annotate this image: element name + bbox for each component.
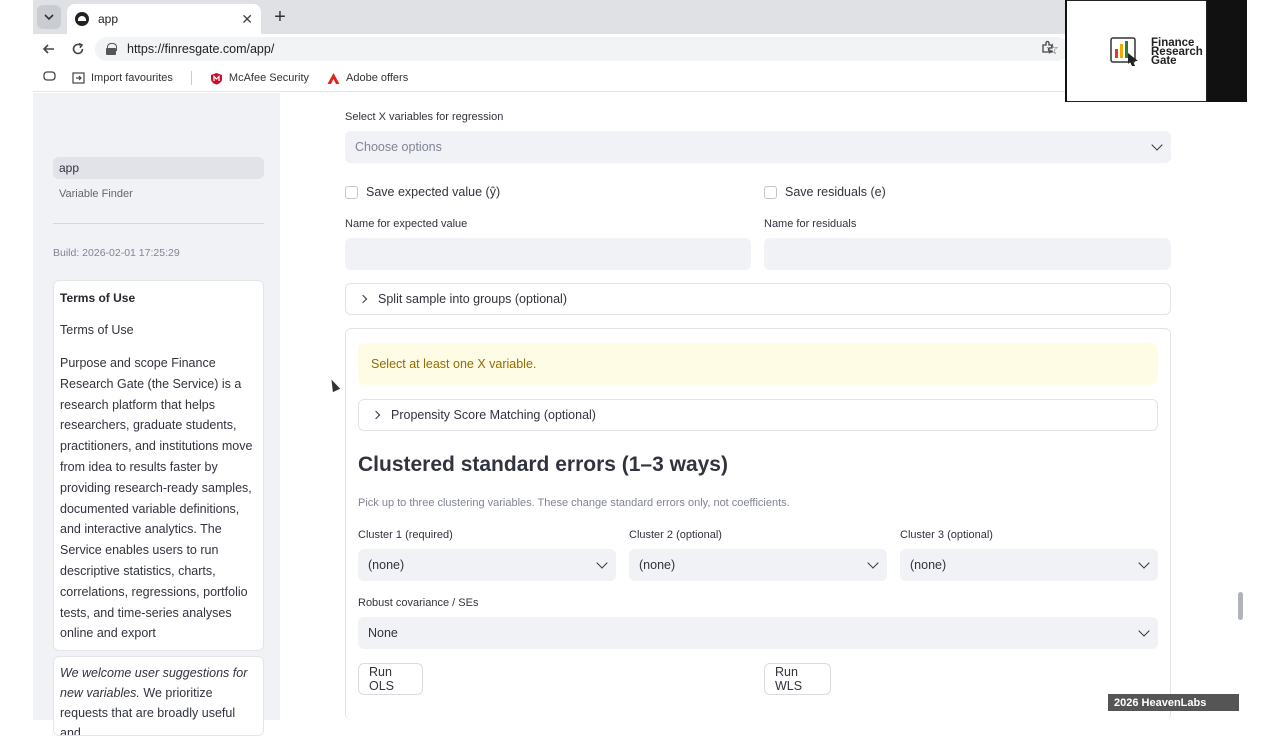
logo-dark-panel: [1207, 0, 1247, 102]
cluster3-value: (none): [910, 558, 947, 572]
page-scrollbar-thumb[interactable]: [1238, 592, 1243, 620]
finance-research-gate-logo: Finance Research Gate: [1065, 0, 1207, 102]
terms-subtitle: Terms of Use: [60, 323, 134, 337]
chevron-down-icon: [596, 557, 608, 569]
chevron-down-icon: [1138, 557, 1150, 569]
suggestions-card: We welcome user suggestions for new vari…: [53, 656, 264, 736]
sidebar-item-variable-finder[interactable]: Variable Finder: [59, 188, 133, 200]
watermark: 2026 HeavenLabs: [1108, 694, 1239, 711]
bookmark-separator: [190, 70, 192, 85]
psm-label: Propensity Score Matching (optional): [391, 408, 596, 422]
x-vars-label: Select X variables for regression: [345, 111, 504, 123]
regression-panel: [345, 328, 1171, 720]
cluster2-value: (none): [639, 558, 676, 572]
new-tab-plus-icon[interactable]: +: [269, 6, 291, 28]
x-vars-placeholder: Choose options: [355, 140, 442, 154]
reading-list-icon[interactable]: [43, 70, 56, 85]
bookmark-mcafee[interactable]: McAfee Security: [210, 72, 309, 84]
robust-select[interactable]: None: [358, 617, 1158, 649]
split-sample-label: Split sample into groups (optional): [378, 292, 567, 306]
chevron-right-icon: [358, 294, 368, 304]
extensions-puzzle-icon[interactable]: [1041, 40, 1055, 57]
lock-icon: [105, 43, 117, 55]
chevron-down-icon: [867, 557, 879, 569]
x-vars-multiselect[interactable]: Choose options: [345, 131, 1171, 163]
terms-card: Terms of Use Terms of Use Purpose and sc…: [53, 280, 264, 651]
cluster3-label: Cluster 3 (optional): [900, 529, 993, 541]
bar-chart-cursor-icon: [1110, 35, 1140, 67]
cluster-heading: Clustered standard errors (1–3 ways): [358, 453, 728, 476]
run-ols-button[interactable]: Run OLS: [358, 663, 423, 695]
tab-close-icon[interactable]: ✕: [241, 11, 253, 28]
import-icon: [72, 71, 85, 84]
tab-app[interactable]: app ✕: [67, 4, 261, 34]
address-bar[interactable]: https://finresgate.com/app/ ☆: [95, 37, 1069, 61]
adobe-icon: [327, 72, 340, 84]
save-residuals-label: Save residuals (e): [785, 185, 886, 199]
tab-title: app: [98, 12, 119, 26]
checkbox-box[interactable]: [764, 185, 777, 199]
checkbox-box[interactable]: [345, 185, 358, 199]
logo-line3: Gate: [1151, 55, 1177, 67]
browser-window: app ✕ + https://finresgate.com/app/ ☆ Im…: [33, 0, 1247, 736]
cluster-caption: Pick up to three clustering variables. T…: [358, 497, 790, 509]
cluster1-value: (none): [368, 558, 405, 572]
cluster2-select[interactable]: (none): [629, 549, 887, 581]
cluster1-select[interactable]: (none): [358, 549, 616, 581]
name-residuals-input[interactable]: [764, 238, 1171, 270]
back-arrow-icon[interactable]: [39, 39, 59, 59]
run-wls-button[interactable]: Run WLS: [764, 663, 831, 695]
robust-value: None: [368, 626, 398, 640]
sidebar-item-app[interactable]: app: [53, 157, 264, 179]
chevron-right-icon: [371, 410, 381, 420]
split-sample-expander[interactable]: Split sample into groups (optional): [345, 283, 1171, 315]
bookmark-import-favourites[interactable]: Import favourites: [72, 72, 173, 84]
chevron-down-icon: [1151, 139, 1163, 151]
terms-title: Terms of Use: [60, 291, 136, 305]
bookmark-label: McAfee Security: [228, 71, 310, 84]
name-residuals-label: Name for residuals: [764, 218, 857, 230]
tab-list-chevron-icon[interactable]: [37, 5, 61, 29]
bookmark-label: Adobe offers: [346, 71, 409, 84]
screen-left-margin: [0, 0, 33, 720]
warning-alert: Select at least one X variable.: [358, 343, 1158, 385]
app-favicon-icon: [75, 12, 89, 26]
logo-text: Finance Research Gate: [1151, 37, 1203, 67]
save-expected-checkbox[interactable]: Save expected value (ŷ): [345, 185, 500, 199]
save-residuals-checkbox[interactable]: Save residuals (e): [764, 185, 886, 199]
build-info: Build: 2026-02-01 17:25:29: [53, 247, 180, 259]
chevron-down-icon: [1138, 625, 1150, 637]
cluster2-label: Cluster 2 (optional): [629, 529, 722, 541]
main-content: Select X variables for regression Choose…: [280, 93, 1247, 720]
name-expected-input[interactable]: [345, 238, 751, 270]
name-expected-label: Name for expected value: [345, 218, 468, 230]
cluster3-select[interactable]: (none): [900, 549, 1158, 581]
sidebar-divider: [53, 223, 264, 224]
sidebar: app Variable Finder Build: 2026-02-01 17…: [33, 93, 280, 736]
screen-right-margin: [1247, 0, 1280, 720]
url-text[interactable]: https://finresgate.com/app/: [127, 42, 1046, 56]
robust-label: Robust covariance / SEs: [358, 597, 479, 609]
save-expected-label: Save expected value (ŷ): [366, 185, 501, 199]
terms-body: Purpose and scope Finance Research Gate …: [60, 356, 253, 641]
reload-icon[interactable]: [68, 39, 88, 59]
bookmark-adobe[interactable]: Adobe offers: [327, 72, 408, 84]
psm-expander[interactable]: Propensity Score Matching (optional): [358, 399, 1158, 431]
cluster1-label: Cluster 1 (required): [358, 529, 453, 541]
bookmark-label: Import favourites: [91, 71, 173, 84]
logo-dark-edge: [1065, 0, 1067, 102]
mcafee-shield-icon: [210, 72, 223, 84]
